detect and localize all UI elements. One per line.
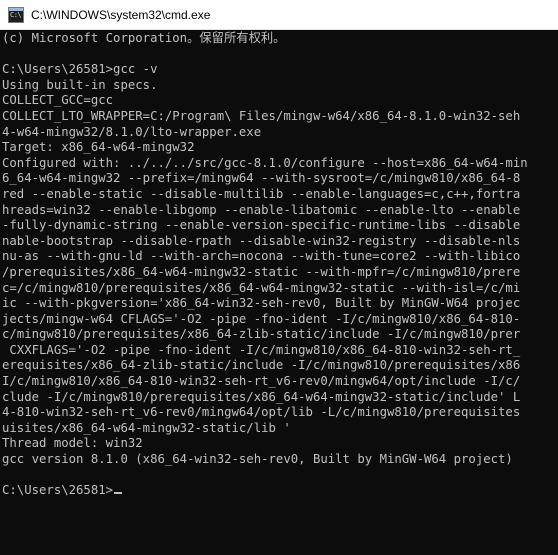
app-icon-text: C:\ [10, 10, 22, 19]
console-line: I/c/mingw810/x86_64-810-win32-seh-rt_v6-… [2, 374, 521, 389]
console-line: CXXFLAGS='-O2 -pipe -fno-ident -I/c/ming… [2, 342, 521, 357]
command-prompt: C:\Users\26581> [2, 483, 114, 498]
console-line: erequisites/x86_64-zlib-static/include -… [2, 358, 521, 373]
console-line: Configured with: ../../../src/gcc-8.1.0/… [2, 155, 528, 170]
window-title: C:\WINDOWS\system32\cmd.exe [31, 7, 211, 22]
console-line: red --enable-static --disable-multilib -… [2, 186, 521, 201]
text-cursor [114, 492, 123, 495]
console-line: -fully-dynamic-string --enable-version-s… [2, 218, 521, 233]
prompt-line[interactable]: C:\Users\26581> [2, 483, 558, 499]
console-line: 6_64-w64-mingw32 --prefix=/mingw64 --wit… [2, 171, 521, 186]
cmd-window: C:\ C:\WINDOWS\system32\cmd.exe (c) Micr… [0, 0, 558, 555]
console-line: Thread model: win32 [2, 436, 143, 451]
console-line: nu-as --with-gnu-ld --with-arch=nocona -… [2, 249, 521, 264]
console-line: nable-bootstrap --disable-rpath --disabl… [2, 233, 521, 248]
console-line: COLLECT_GCC=gcc [2, 93, 114, 108]
console-output[interactable]: (c) Microsoft Corporation。保留所有权利。 C:\Use… [0, 31, 558, 555]
console-line: /prerequisites/x86_64-w64-mingw32-static… [2, 264, 521, 279]
console-line: ic --with-pkgversion='x86_64-win32-seh-r… [2, 296, 521, 311]
cmd-app-icon[interactable]: C:\ [8, 6, 24, 23]
console-line: Target: x86_64-w64-mingw32 [2, 140, 195, 155]
console-line: gcc version 8.1.0 (x86_64-win32-seh-rev0… [2, 452, 513, 467]
console-line: c=/c/mingw810/prerequisites/x86_64-w64-m… [2, 280, 521, 295]
console-line: 4-w64-mingw32/8.1.0/lto-wrapper.exe [2, 124, 262, 139]
console-line: 4-810-win32-seh-rt_v6-rev0/mingw64/opt/l… [2, 405, 521, 420]
console-line: (c) Microsoft Corporation。保留所有权利。 [2, 31, 286, 45]
console-line: C:\Users\26581>gcc -v [2, 62, 158, 77]
console-line: jects/mingw-w64 CFLAGS='-O2 -pipe -fno-i… [2, 311, 521, 326]
title-bar[interactable]: C:\ C:\WINDOWS\system32\cmd.exe [0, 0, 558, 30]
console-line: uisites/x86_64-w64-mingw32-static/lib ' [2, 420, 291, 435]
console-line: c/mingw810/prerequisites/x86_64-zlib-sta… [2, 327, 521, 342]
console-line: COLLECT_LTO_WRAPPER=C:/Program\ Files/mi… [2, 108, 521, 123]
console-line: hreads=win32 --enable-libgomp --enable-l… [2, 202, 521, 217]
console-line: clude -I/c/mingw810/prerequisites/x86_64… [2, 389, 521, 404]
console-line: Using built-in specs. [2, 77, 158, 92]
